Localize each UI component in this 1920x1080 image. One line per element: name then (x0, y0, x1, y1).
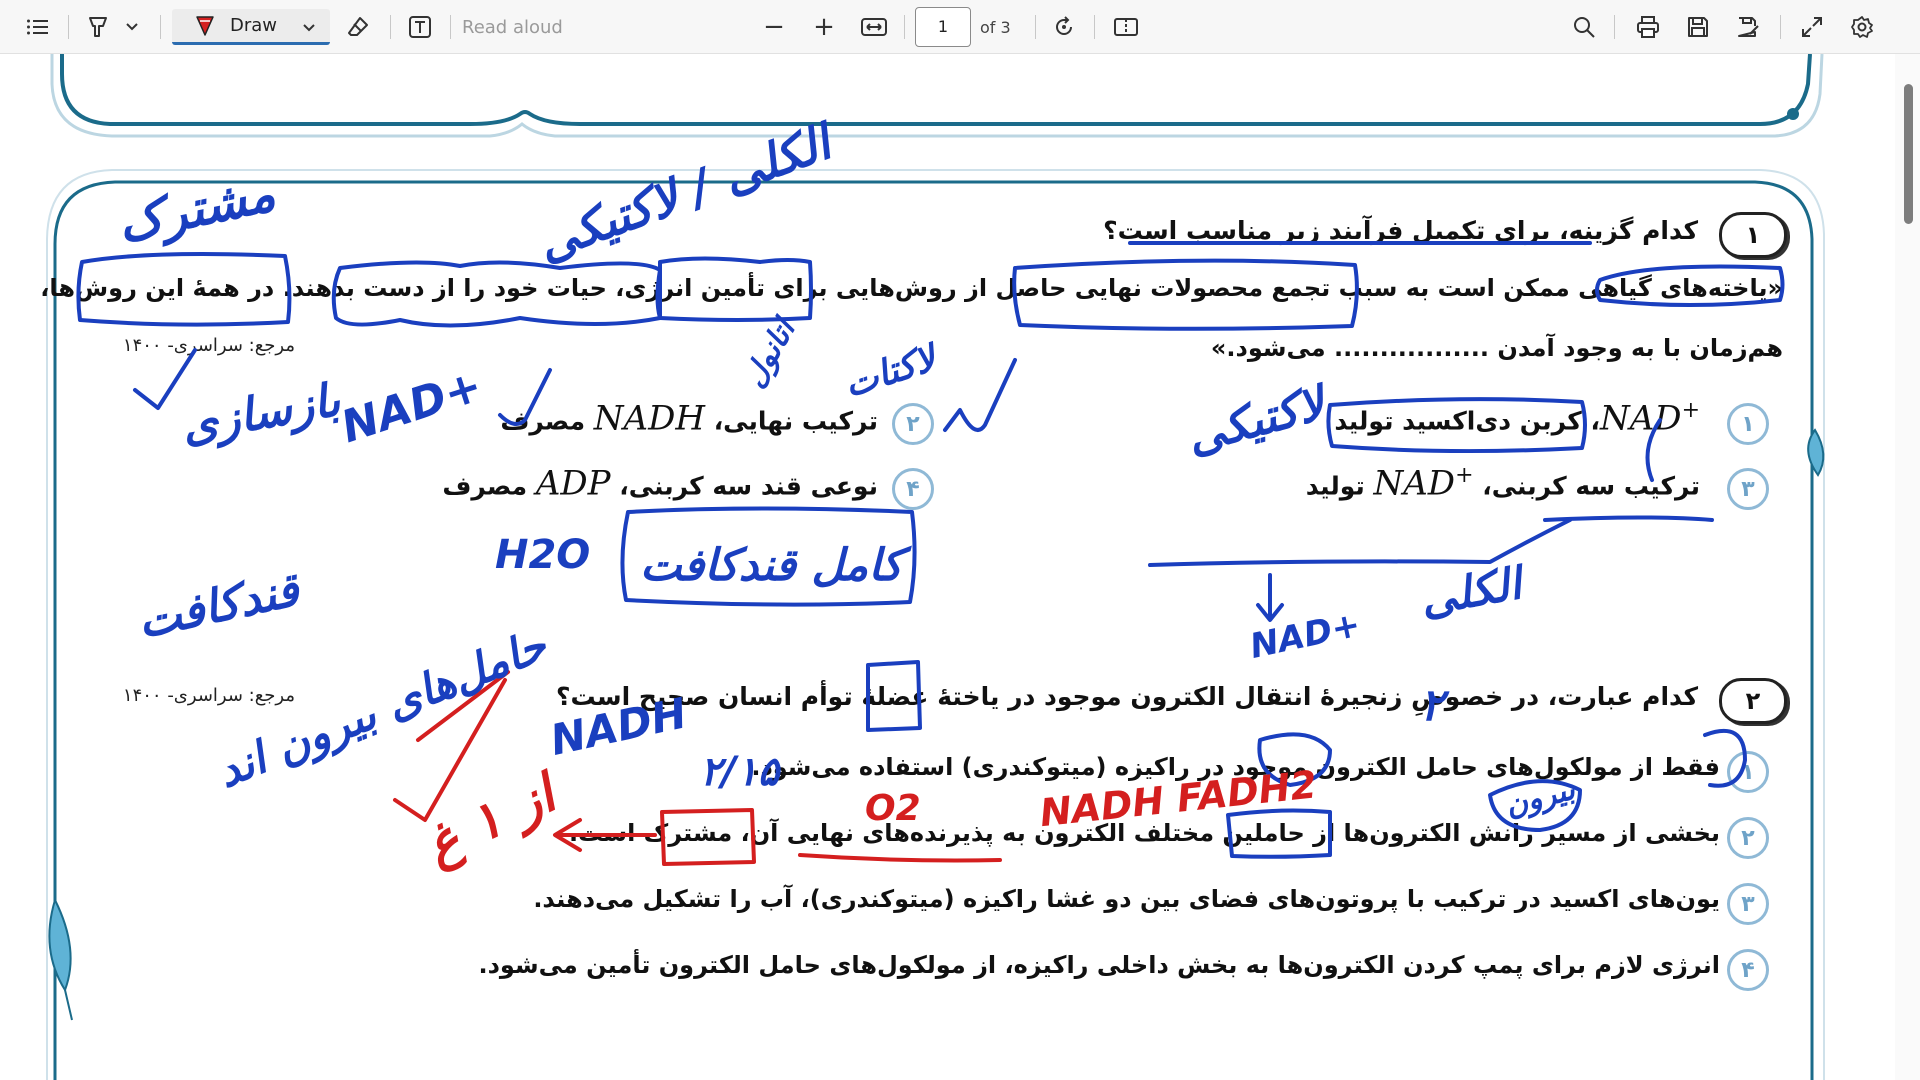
full-screen-icon[interactable] (1794, 9, 1830, 45)
q1-option-3-text-after: تولید (1305, 471, 1374, 501)
pdf-toolbar: Draw Read aloud − + 1 of 3 (0, 0, 1920, 54)
q1-option-4-text-before: نوعی قند سه کربنی، (610, 471, 878, 501)
q1-option-4-math: ADP (535, 463, 611, 504)
q1-option-3-number: ۳ (1727, 468, 1769, 510)
toolbar-divider (1035, 15, 1036, 39)
toolbar-divider (1614, 15, 1615, 39)
q2-option-3[interactable]: یون‌های اکسید در ترکیب با پروتون‌های فضا… (533, 885, 1720, 913)
q1-option-1-math: NAD (1599, 398, 1682, 439)
q2-option-2[interactable]: بخشی از مسیر رانش الکترون‌ها از حاملین م… (569, 819, 1720, 847)
q1-option-4-text-after: مصرف (442, 471, 536, 501)
save-icon[interactable] (1680, 9, 1716, 45)
question-1-line-2: هم‌زمان با به وجود آمدن ................… (1210, 334, 1783, 362)
q1-option-3-sup: + (1455, 463, 1474, 488)
contents-list-icon[interactable] (20, 9, 56, 45)
save-as-icon[interactable] (1730, 9, 1766, 45)
page-frame-decoration (46, 54, 1825, 1080)
q1-option-1-number: ۱ (1727, 403, 1769, 445)
text-box-icon[interactable] (402, 9, 438, 45)
zoom-in-button[interactable]: + (806, 9, 842, 45)
toolbar-divider (904, 15, 905, 39)
read-aloud-button[interactable]: Read aloud (462, 9, 592, 45)
q1-option-4[interactable]: نوعی قند سه کربنی، ADP مصرف (442, 463, 878, 503)
q1-option-1[interactable]: NAD+ ، کربن دی‌اکسید تولید (1334, 398, 1700, 438)
draw-label: Draw (230, 15, 278, 36)
q2-option-4[interactable]: انرژی لازم برای پمپ کردن الکترون‌ها به ب… (478, 951, 1720, 979)
fit-to-width-icon[interactable] (856, 9, 892, 45)
highlight-options-chevron-down-icon[interactable] (120, 9, 144, 45)
toolbar-divider (450, 15, 451, 39)
draw-options-chevron-down-icon[interactable] (302, 23, 316, 33)
toolbar-divider (390, 15, 391, 39)
pdf-page (0, 54, 1895, 1080)
rotate-icon[interactable] (1046, 9, 1082, 45)
q2-option-3-number: ۳ (1727, 883, 1769, 925)
toolbar-divider (160, 15, 161, 39)
draw-button[interactable]: Draw (172, 9, 330, 45)
question-1-reference: مرجع: سراسری- ۱۴۰۰ (122, 335, 295, 356)
question-1-number: ۱ (1719, 212, 1787, 258)
q1-option-2-text-before: ترکیب نهایی، (704, 406, 878, 436)
toolbar-divider (1780, 15, 1781, 39)
q2-option-1[interactable]: فقط از مولکول‌های حامل الکترون موجود در … (751, 753, 1720, 781)
eraser-icon[interactable] (340, 9, 376, 45)
question-2-number: ۲ (1719, 678, 1787, 724)
page-view-icon[interactable] (1108, 9, 1144, 45)
settings-gear-icon[interactable] (1844, 9, 1880, 45)
q1-option-1-sup: + (1681, 398, 1700, 423)
scrollbar-thumb[interactable] (1904, 84, 1913, 224)
search-icon[interactable] (1566, 9, 1602, 45)
vertical-scrollbar[interactable] (1895, 54, 1920, 1080)
q1-option-2[interactable]: ترکیب نهایی، NADH مصرف (500, 398, 878, 438)
toolbar-divider (68, 15, 69, 39)
print-icon[interactable] (1630, 9, 1666, 45)
q1-option-2-number: ۲ (892, 403, 934, 445)
zoom-out-button[interactable]: − (756, 9, 792, 45)
q1-option-3-text-before: ترکیب سه کربنی، (1473, 471, 1700, 501)
toolbar-divider (1094, 15, 1095, 39)
question-1-stem: کدام گزینه، برای تکمیل فرآیند زیر مناسب … (1103, 216, 1698, 245)
highlighter-icon[interactable] (80, 9, 116, 45)
q1-option-3-math: NAD (1373, 463, 1456, 504)
question-1-line-1: «یاخته‌های گیاهی ممکن است به سبب تجمع مح… (40, 274, 1783, 302)
q1-option-3[interactable]: ترکیب سه کربنی، NAD+ تولید (1306, 463, 1700, 503)
page-count: of 3 (980, 17, 1011, 37)
q1-option-4-number: ۴ (892, 468, 934, 510)
q2-option-2-number: ۲ (1727, 817, 1769, 859)
question-2-stem: کدام عبارت، در خصوصِ زنجیرهٔ انتقال الکت… (556, 682, 1698, 711)
q2-option-4-number: ۴ (1727, 949, 1769, 991)
page-number-input[interactable]: 1 (915, 7, 971, 47)
q1-option-2-math: NADH (593, 398, 705, 439)
pen-icon (196, 15, 214, 36)
question-2-reference: مرجع: سراسری- ۱۴۰۰ (122, 685, 295, 706)
q2-option-1-number: ۱ (1727, 751, 1769, 793)
q1-option-2-text-after: مصرف (500, 406, 594, 436)
q1-option-1-text-after: ، کربن دی‌اکسید تولید (1334, 406, 1600, 436)
